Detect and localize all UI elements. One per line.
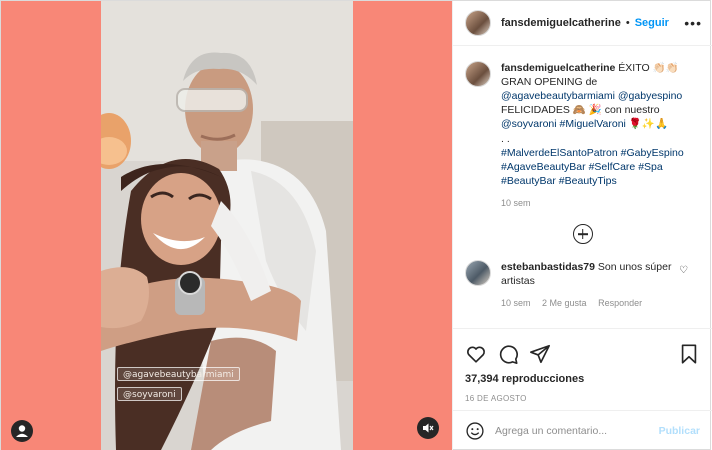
reply-button[interactable]: Responder — [598, 298, 642, 308]
caption-text: FELICIDADES 🙈 🎉 con nuestro — [501, 104, 660, 116]
caption-dots: . . — [501, 133, 510, 145]
view-count[interactable]: 37,394 reproducciones — [453, 369, 712, 385]
hashtag-link[interactable]: #SelfCare — [589, 161, 636, 173]
video-frame — [101, 1, 353, 450]
publish-button[interactable]: Publicar — [659, 425, 700, 437]
hashtag-link[interactable]: #MiguelVaroni — [560, 118, 626, 130]
comment-likes[interactable]: 2 Me gusta — [542, 298, 587, 308]
avatar[interactable] — [465, 10, 491, 36]
comment-input[interactable] — [495, 424, 659, 437]
mention-link[interactable]: @gabyespino — [618, 90, 682, 102]
muted-speaker-icon[interactable] — [417, 417, 439, 439]
hashtag-list: #MalverdeElSantoPatron #GabyEspino #Agav… — [501, 146, 696, 188]
more-options-icon[interactable]: ••• — [684, 15, 702, 31]
mention-sticker-varoni[interactable]: @soyvaroni — [117, 387, 182, 401]
caption-text: 🌹✨🙏 — [628, 118, 669, 130]
comments-list[interactable]: fansdemiguelcatherine ÉXITO 👏🏻👏🏻 GRAN OP… — [453, 47, 712, 327]
instagram-post: @agavebeautybarmiami @soyvaroni fansdemi… — [0, 0, 712, 450]
hashtag-link[interactable]: #BeautyTips — [559, 175, 617, 187]
comment-age[interactable]: 10 sem — [501, 298, 531, 308]
plus-circle-icon[interactable] — [572, 224, 593, 244]
action-icons — [453, 329, 712, 369]
heart-icon[interactable]: ♡ — [679, 265, 688, 276]
add-comment-bar: Publicar — [453, 410, 712, 450]
video-player[interactable]: @agavebeautybarmiami @soyvaroni — [101, 1, 353, 450]
hashtag-link[interactable]: #GabyEspino — [621, 147, 684, 159]
hashtag-link[interactable]: #AgaveBeautyBar — [501, 161, 586, 173]
hashtag-link[interactable]: #Spa — [638, 161, 663, 173]
post-username[interactable]: fansdemiguelcatherine — [501, 17, 621, 29]
post-header: fansdemiguelcatherine • Seguir ••• — [453, 1, 712, 46]
comment-meta: 10 sem 2 Me gusta Responder — [501, 296, 696, 310]
hashtag-link[interactable]: #MalverdeElSantoPatron — [501, 147, 618, 159]
hashtag-link[interactable]: #BeautyBar — [501, 175, 556, 187]
heart-icon[interactable] — [465, 343, 487, 365]
caption-username[interactable]: fansdemiguelcatherine — [501, 62, 615, 74]
avatar[interactable] — [465, 61, 491, 87]
post-actions: 37,394 reproducciones 16 DE AGOSTO Publi… — [453, 328, 712, 450]
post-media[interactable]: @agavebeautybarmiami @soyvaroni — [1, 1, 452, 450]
follow-button[interactable]: Seguir — [635, 17, 669, 29]
comment-item: estebanbastidas79 Son unos súper artista… — [465, 260, 700, 310]
post-sidebar: fansdemiguelcatherine • Seguir ••• fansd… — [452, 1, 712, 450]
post-date[interactable]: 16 DE AGOSTO — [453, 385, 712, 403]
caption: fansdemiguelcatherine ÉXITO 👏🏻👏🏻 GRAN OP… — [465, 61, 700, 210]
bookmark-icon[interactable] — [678, 343, 700, 365]
emoji-icon[interactable] — [465, 421, 485, 441]
mention-link[interactable]: @soyvaroni — [501, 118, 557, 130]
user-tag-icon[interactable] — [11, 420, 33, 442]
avatar[interactable] — [465, 260, 491, 286]
caption-body: fansdemiguelcatherine ÉXITO 👏🏻👏🏻 GRAN OP… — [501, 61, 696, 210]
mention-sticker-agave[interactable]: @agavebeautybarmiami — [117, 367, 240, 381]
separator-dot: • — [625, 17, 630, 29]
caption-age[interactable]: 10 sem — [501, 198, 531, 208]
caption-meta: 10 sem — [501, 196, 696, 210]
comment-icon[interactable] — [497, 343, 519, 365]
comment-body: estebanbastidas79 Son unos súper artista… — [501, 260, 696, 310]
share-icon[interactable] — [529, 343, 551, 365]
comment-username[interactable]: estebanbastidas79 — [501, 261, 595, 273]
mention-link[interactable]: @agavebeautybarmiami — [501, 90, 615, 102]
